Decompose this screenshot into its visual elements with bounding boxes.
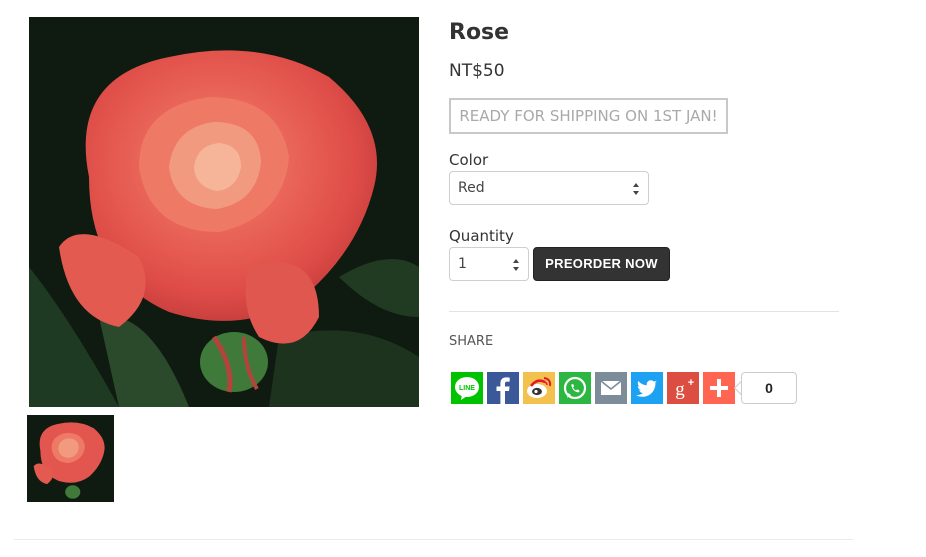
product-title: Rose bbox=[449, 20, 510, 45]
google-plus-icon: g + bbox=[667, 372, 699, 404]
weibo-icon bbox=[523, 372, 555, 404]
twitter-icon bbox=[631, 372, 663, 404]
select-arrows-icon bbox=[513, 259, 519, 271]
share-weibo-button[interactable] bbox=[523, 372, 555, 404]
share-twitter-button[interactable] bbox=[631, 372, 663, 404]
shipping-badge: READY FOR SHIPPING ON 1ST JAN! bbox=[449, 98, 728, 134]
divider bbox=[449, 311, 839, 312]
share-more-button[interactable] bbox=[703, 372, 735, 404]
share-facebook-button[interactable] bbox=[487, 372, 519, 404]
product-main-image bbox=[29, 17, 419, 407]
line-icon: LINE bbox=[451, 372, 483, 404]
share-whatsapp-button[interactable] bbox=[559, 372, 591, 404]
color-select[interactable]: Red bbox=[449, 171, 649, 205]
quantity-label: Quantity bbox=[449, 227, 514, 245]
share-line-button[interactable]: LINE bbox=[451, 372, 483, 404]
product-thumbnail[interactable] bbox=[27, 415, 114, 502]
share-label: SHARE bbox=[449, 334, 494, 349]
facebook-icon bbox=[487, 372, 519, 404]
email-icon bbox=[595, 372, 627, 404]
color-label: Color bbox=[449, 151, 489, 169]
select-arrows-icon bbox=[633, 183, 639, 195]
quantity-select-value: 1 bbox=[458, 256, 467, 272]
whatsapp-icon bbox=[559, 372, 591, 404]
svg-text:+: + bbox=[688, 377, 694, 389]
quantity-select[interactable]: 1 bbox=[449, 247, 529, 281]
footer-divider bbox=[14, 539, 853, 540]
product-price: NT$50 bbox=[449, 61, 505, 81]
color-select-value: Red bbox=[458, 180, 485, 196]
share-email-button[interactable] bbox=[595, 372, 627, 404]
share-count: 0 bbox=[741, 372, 797, 404]
plus-icon bbox=[703, 372, 735, 404]
svg-text:LINE: LINE bbox=[459, 385, 475, 392]
share-googleplus-button[interactable]: g + bbox=[667, 372, 699, 404]
preorder-button[interactable]: PREORDER NOW bbox=[533, 247, 670, 281]
svg-text:g: g bbox=[675, 379, 685, 400]
